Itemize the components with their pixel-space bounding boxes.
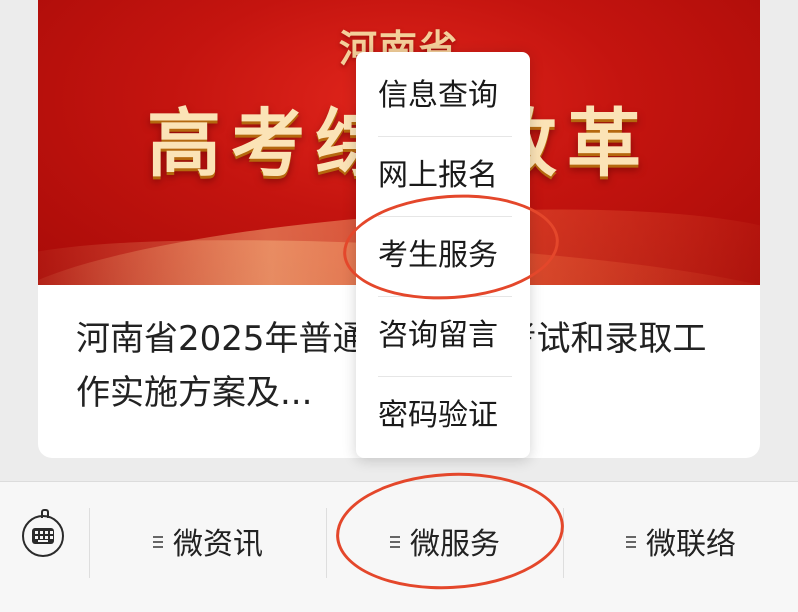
menu-lines-icon — [390, 536, 400, 549]
tab-contact[interactable]: 微联络 — [564, 515, 798, 575]
tab-label: 微联络 — [646, 527, 736, 562]
keyboard-icon-top — [41, 509, 49, 518]
menu-lines-icon — [153, 536, 163, 549]
menu-item-online-registration[interactable]: 网上报名 — [378, 136, 512, 216]
service-popup-menu: 信息查询 网上报名 考生服务 咨询留言 密码验证 — [356, 52, 530, 458]
menu-item-password-verification[interactable]: 密码验证 — [378, 376, 512, 456]
keyboard-icon — [32, 528, 54, 544]
menu-item-info-query[interactable]: 信息查询 — [378, 56, 512, 136]
keyboard-toggle-button[interactable] — [22, 509, 64, 557]
menu-item-consultation[interactable]: 咨询留言 — [378, 296, 512, 376]
menu-item-candidate-services[interactable]: 考生服务 — [378, 216, 512, 296]
tab-label: 微服务 — [410, 527, 500, 562]
tab-services[interactable]: 微服务 — [327, 515, 563, 575]
tab-label: 微资讯 — [173, 527, 263, 562]
menu-lines-icon — [626, 536, 636, 549]
tab-news[interactable]: 微资讯 — [90, 515, 326, 575]
